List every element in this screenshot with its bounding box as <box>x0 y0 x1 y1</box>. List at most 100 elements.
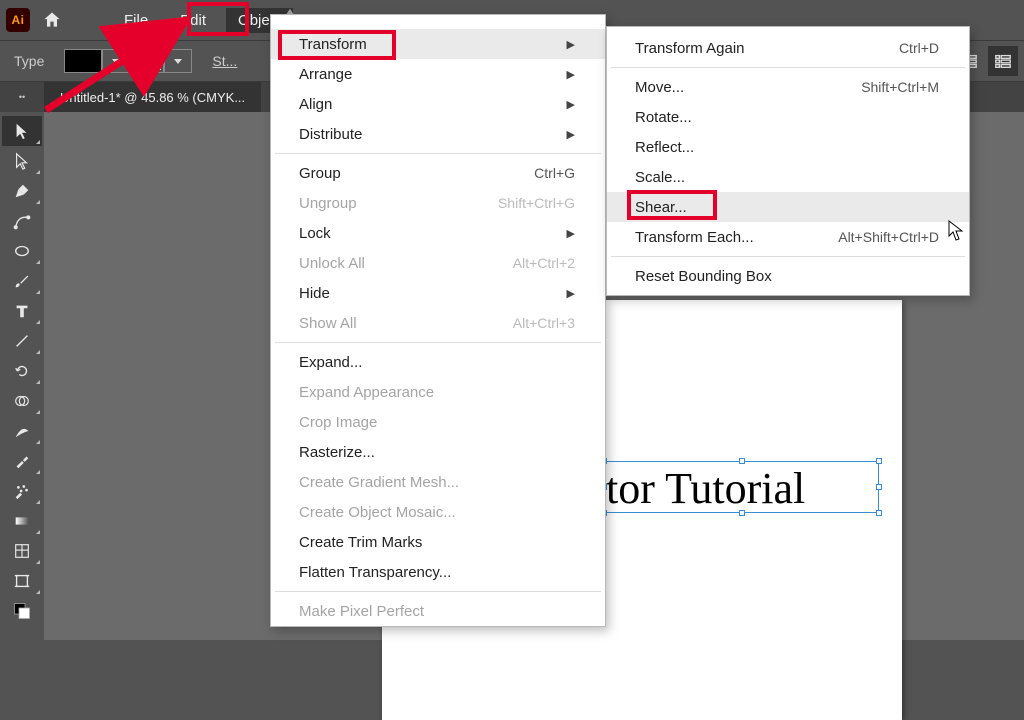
menu-transform[interactable]: Transform▶ <box>271 29 605 59</box>
fill-stroke-swatch[interactable] <box>2 596 42 626</box>
menu-rasterize[interactable]: Rasterize... <box>271 437 605 467</box>
menu-hide[interactable]: Hide▶ <box>271 278 605 308</box>
stroke-dropdown[interactable] <box>164 49 192 73</box>
transform-submenu: Transform AgainCtrl+D Move... Shift+Ctrl+… <box>606 26 970 296</box>
menu-reset-bbox[interactable]: Reset Bounding Box <box>607 261 969 291</box>
menu-rotate[interactable]: Rotate... <box>607 102 969 132</box>
menu-pixelperfect-label: Make Pixel Perfect <box>299 603 424 620</box>
symbol-sprayer-tool[interactable] <box>2 476 42 506</box>
stroke-label[interactable]: St... <box>212 53 237 69</box>
control-bar-label: Type <box>14 53 44 69</box>
direct-selection-tool[interactable] <box>2 146 42 176</box>
menu-each-label: Transform Each... <box>635 229 754 246</box>
menu-showall-shortcut: Alt+Ctrl+3 <box>513 315 575 331</box>
fill-color-swatch[interactable] <box>64 49 102 73</box>
menu-transform-each[interactable]: Transform Each... Alt+Shift+Ctrl+D <box>607 222 969 252</box>
menu-shear[interactable]: Shear... <box>607 192 969 222</box>
menu-trim-marks[interactable]: Create Trim Marks <box>271 527 605 557</box>
menu-ungroup-label: Ungroup <box>299 195 357 212</box>
sel-handle-bm[interactable] <box>739 510 745 516</box>
fill-dropdown[interactable] <box>102 49 130 73</box>
menu-rotate-label: Rotate... <box>635 109 692 126</box>
stroke-none-swatch[interactable] <box>136 49 164 73</box>
selection-box <box>604 461 879 513</box>
sel-handle-tm[interactable] <box>739 458 745 464</box>
type-tool[interactable] <box>2 296 42 326</box>
menu-unlock-all: Unlock All Alt+Ctrl+2 <box>271 248 605 278</box>
shape-builder-tool[interactable] <box>2 386 42 416</box>
menu-flatten-label: Flatten Transparency... <box>299 564 451 581</box>
menu-separator <box>275 591 601 592</box>
menu-distribute[interactable]: Distribute ▶ <box>271 119 605 149</box>
menu-reset-label: Reset Bounding Box <box>635 268 772 285</box>
menu-file[interactable]: File <box>112 8 160 33</box>
menu-arrange[interactable]: Arrange ▶ <box>271 59 605 89</box>
menu-separator <box>275 342 601 343</box>
menu-object-mosaic: Create Object Mosaic... <box>271 497 605 527</box>
menu-gradient-mesh: Create Gradient Mesh... <box>271 467 605 497</box>
menu-move[interactable]: Move... Shift+Ctrl+M <box>607 72 969 102</box>
menu-separator <box>611 67 965 68</box>
menu-scale-label: Scale... <box>635 169 685 186</box>
menu-shear-label: Shear... <box>635 199 687 216</box>
app-logo-icon: Ai <box>6 8 30 32</box>
selection-tool[interactable] <box>2 116 42 146</box>
menu-ungroup-shortcut: Shift+Ctrl+G <box>498 195 575 211</box>
tabbar-grip-icon[interactable]: •• <box>0 82 44 112</box>
menu-mosaic-label: Create Object Mosaic... <box>299 504 456 521</box>
menu-crop-image: Crop Image <box>271 407 605 437</box>
menu-align[interactable]: Align▶ <box>271 89 605 119</box>
menu-trim-label: Create Trim Marks <box>299 534 422 551</box>
menu-group[interactable]: GroupCtrl+G <box>271 158 605 188</box>
menu-separator <box>611 256 965 257</box>
slice-tool[interactable] <box>2 536 42 566</box>
sel-handle-mr[interactable] <box>876 484 882 490</box>
document-tab[interactable]: Untitled-1* @ 45.86 % (CMYK... <box>44 82 261 112</box>
artboard-tool[interactable] <box>2 566 42 596</box>
menu-each-shortcut: Alt+Shift+Ctrl+D <box>838 229 939 245</box>
menu-move-label: Move... <box>635 79 684 96</box>
menu-lock-label: Lock <box>299 225 331 242</box>
menu-rasterize-label: Rasterize... <box>299 444 375 461</box>
menu-transform-again[interactable]: Transform AgainCtrl+D <box>607 33 969 63</box>
paintbrush-tool[interactable] <box>2 266 42 296</box>
menu-flatten-transparency[interactable]: Flatten Transparency... <box>271 557 605 587</box>
submenu-arrow-icon: ▶ <box>567 38 575 51</box>
gradient-tool[interactable] <box>2 506 42 536</box>
sel-handle-tr[interactable] <box>876 458 882 464</box>
submenu-arrow-icon: ▶ <box>567 68 575 81</box>
width-tool[interactable] <box>2 416 42 446</box>
menu-group-shortcut: Ctrl+G <box>534 165 575 181</box>
submenu-arrow-icon: ▶ <box>567 227 575 240</box>
menu-distribute-label: Distribute <box>299 126 362 143</box>
line-tool[interactable] <box>2 326 42 356</box>
menu-expand[interactable]: Expand... <box>271 347 605 377</box>
menu-move-shortcut: Shift+Ctrl+M <box>861 79 939 95</box>
submenu-arrow-icon: ▶ <box>567 128 575 141</box>
pen-tool[interactable] <box>2 176 42 206</box>
tool-strip <box>0 112 44 640</box>
menu-showall-label: Show All <box>299 315 357 332</box>
menu-unlock-label: Unlock All <box>299 255 365 272</box>
menu-crop-label: Crop Image <box>299 414 377 431</box>
sel-handle-br[interactable] <box>876 510 882 516</box>
view-toggle-2-icon[interactable] <box>988 46 1018 76</box>
menu-reflect[interactable]: Reflect... <box>607 132 969 162</box>
rotate-tool[interactable] <box>2 356 42 386</box>
object-menu: Transform▶ Arrange▶ Align▶ Distribute▶ G… <box>270 14 606 627</box>
home-button[interactable] <box>38 6 66 34</box>
menu-align-label: Align <box>299 96 332 113</box>
menu-lock[interactable]: Lock ▶ <box>271 218 605 248</box>
menu-show-all: Show All Alt+Ctrl+3 <box>271 308 605 338</box>
menu-unlock-shortcut: Alt+Ctrl+2 <box>513 255 575 271</box>
submenu-arrow-icon: ▶ <box>567 287 575 300</box>
curvature-tool[interactable] <box>2 206 42 236</box>
menu-reflect-label: Reflect... <box>635 139 694 156</box>
menu-gradmesh-label: Create Gradient Mesh... <box>299 474 459 491</box>
ellipse-tool[interactable] <box>2 236 42 266</box>
menu-ungroup: Ungroup Shift+Ctrl+G <box>271 188 605 218</box>
menu-edit[interactable]: Edit <box>168 8 218 33</box>
eyedropper-tool[interactable] <box>2 446 42 476</box>
menu-arrange-label: Arrange <box>299 66 352 83</box>
menu-scale[interactable]: Scale... <box>607 162 969 192</box>
